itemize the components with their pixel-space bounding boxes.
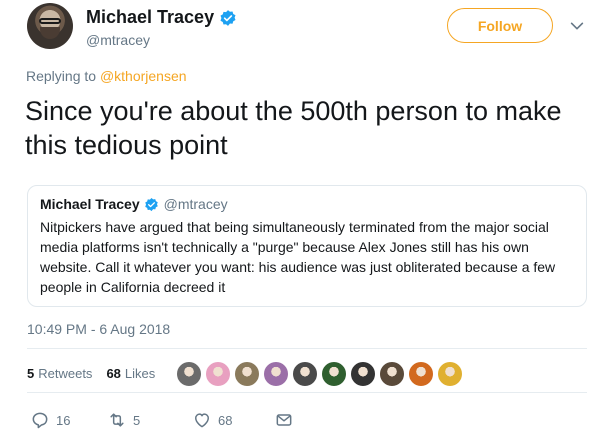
like-button[interactable]: 68 [192,410,274,430]
divider [27,392,587,393]
quoted-text: Nitpickers have argued that being simult… [40,219,556,295]
liker-avatar[interactable] [437,361,463,387]
retweets-count: 5 [27,366,35,381]
author-display-name[interactable]: Michael Tracey [86,7,214,28]
liker-avatar[interactable] [408,361,434,387]
replying-to: Replying to @kthorjensen [26,68,187,84]
replying-prefix: Replying to [26,68,100,84]
avatar-beard [40,27,60,39]
tweet-timestamp[interactable]: 10:49 PM - 6 Aug 2018 [27,321,170,337]
reply-icon [32,412,48,429]
verified-badge-icon [144,197,158,211]
likes-stat[interactable]: 68 Likes [106,366,155,381]
liker-avatar[interactable] [234,361,260,387]
tweet-text: Since you're about the 500th person to m… [25,96,562,160]
quoted-display-name: Michael Tracey [40,196,140,212]
tweet-actions: 16 5 68 [30,410,294,430]
liker-avatar[interactable] [263,361,289,387]
reply-count: 16 [56,412,71,428]
chevron-down-icon[interactable] [568,17,586,35]
tweet-stats: 5 Retweets 68 Likes [27,366,169,381]
direct-message-button[interactable] [274,410,294,430]
liker-avatars [176,361,466,387]
avatar-glasses [39,18,61,24]
liker-avatar[interactable] [292,361,318,387]
divider [27,348,587,349]
author-handle[interactable]: @mtracey [86,32,150,48]
follow-button[interactable]: Follow [447,8,553,43]
reply-button[interactable]: 16 [30,410,107,430]
like-count: 68 [218,412,233,428]
liker-avatar[interactable] [176,361,202,387]
direct-message-icon [276,414,292,426]
likes-count: 68 [106,366,121,381]
verified-badge-icon [220,9,236,26]
retweet-icon [110,413,124,427]
author-avatar[interactable] [27,3,73,49]
retweets-stat[interactable]: 5 Retweets [27,366,92,381]
quoted-tweet-header: Michael Tracey @mtracey [40,196,228,212]
retweets-label: Retweets [38,366,93,381]
liker-avatar[interactable] [321,361,347,387]
quoted-handle: @mtracey [163,196,228,212]
likes-label: Likes [124,366,156,381]
replying-mention-link[interactable]: @kthorjensen [100,68,187,84]
quoted-tweet[interactable]: Michael Tracey @mtracey Nitpickers have … [27,185,587,307]
author-name-row: Michael Tracey [86,7,237,28]
retweet-count: 5 [133,412,141,428]
liker-avatar[interactable] [205,361,231,387]
retweet-button[interactable]: 5 [107,410,192,430]
liker-avatar[interactable] [379,361,405,387]
heart-icon [195,413,209,428]
liker-avatar[interactable] [350,361,376,387]
